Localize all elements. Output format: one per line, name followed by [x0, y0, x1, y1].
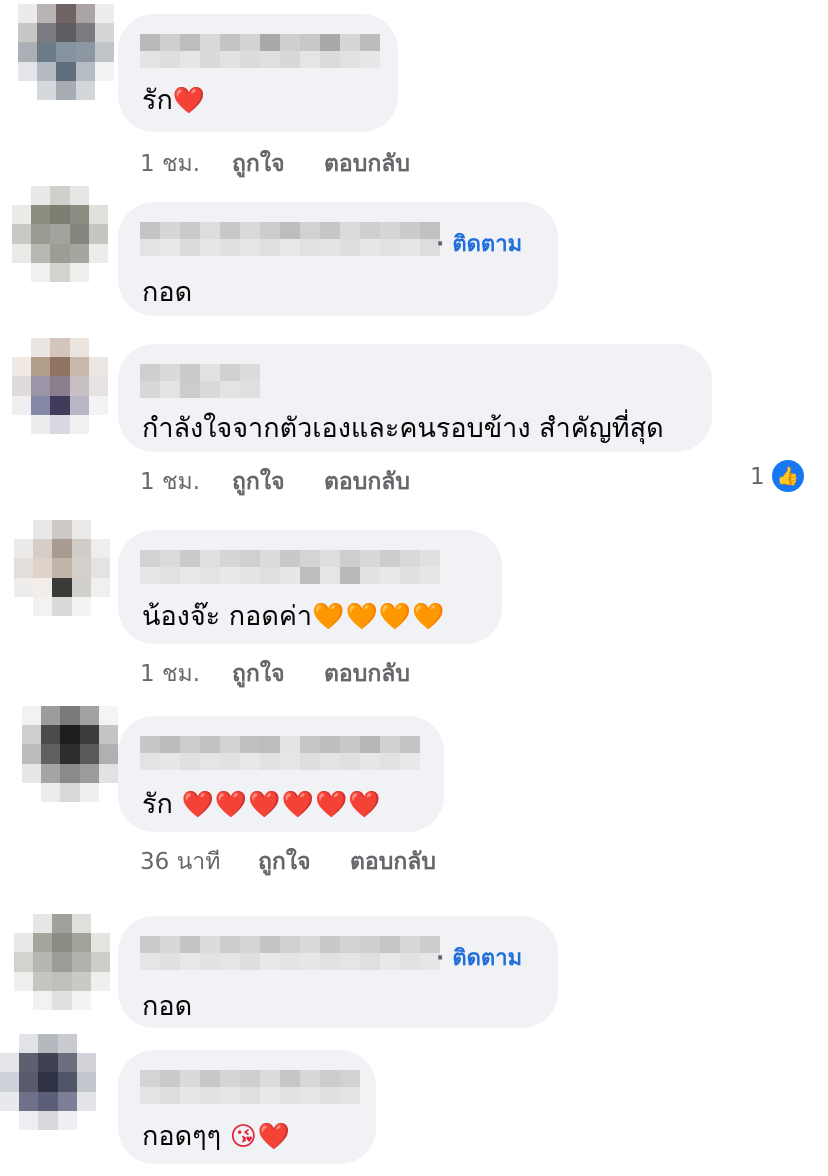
commenter-name-blurred[interactable] — [140, 222, 440, 256]
thumbs-up-icon[interactable]: 👍 — [770, 458, 806, 494]
avatar[interactable] — [22, 706, 118, 802]
follow-link[interactable]: · ติดตาม — [436, 940, 522, 975]
comment-text: รัก❤️ — [142, 85, 207, 116]
red-heart-emoji: ❤️❤️❤️❤️❤️❤️ — [181, 790, 382, 820]
reply-button[interactable]: ตอบกลับ — [324, 656, 410, 692]
avatar[interactable] — [12, 338, 108, 434]
kiss-heart-emoji: 😘❤️ — [229, 1122, 292, 1152]
red-heart-emoji: ❤️ — [172, 86, 207, 116]
comment-text: รัก ❤️❤️❤️❤️❤️❤️ — [142, 789, 382, 820]
comment-bubble: · ติดตาม กอด — [118, 916, 558, 1028]
comment-bubble: กำลังใจจากตัวเองและคนรอบข้าง สำคัญที่สุด — [118, 344, 712, 452]
commenter-name-blurred[interactable] — [140, 736, 420, 770]
like-button[interactable]: ถูกใจ — [232, 464, 285, 500]
separator-dot: · — [436, 946, 445, 971]
comment-text: กอดๆๆ 😘❤️ — [142, 1121, 292, 1152]
comment-timestamp[interactable]: 36 นาที — [140, 844, 220, 880]
like-button[interactable]: ถูกใจ — [232, 656, 285, 692]
reply-button[interactable]: ตอบกลับ — [350, 844, 436, 880]
commenter-name-blurred[interactable] — [140, 364, 260, 398]
comment-bubble: รัก ❤️❤️❤️❤️❤️❤️ — [118, 716, 444, 832]
avatar[interactable] — [14, 520, 110, 616]
comment-timestamp[interactable]: 1 ชม. — [140, 146, 200, 182]
comment-bubble: น้องจ๊ะ กอดค่า🧡🧡🧡🧡 — [118, 530, 502, 644]
avatar[interactable] — [12, 186, 108, 282]
commenter-name-blurred[interactable] — [140, 550, 440, 584]
comment-text: กอด — [142, 277, 193, 308]
comment-timestamp[interactable]: 1 ชม. — [140, 656, 200, 692]
commenter-name-blurred[interactable] — [140, 1070, 360, 1104]
orange-heart-emoji: 🧡🧡🧡🧡 — [312, 602, 446, 632]
reply-button[interactable]: ตอบกลับ — [324, 146, 410, 182]
avatar[interactable] — [18, 4, 114, 100]
comment-text: น้องจ๊ะ กอดค่า🧡🧡🧡🧡 — [142, 601, 446, 632]
comment-timestamp[interactable]: 1 ชม. — [140, 464, 200, 500]
reaction-count[interactable]: 1 — [750, 464, 765, 490]
reply-button[interactable]: ตอบกลับ — [324, 464, 410, 500]
follow-link[interactable]: · ติดตาม — [436, 226, 522, 261]
separator-dot: · — [436, 232, 445, 257]
comment-bubble: · ติดตาม กอด — [118, 202, 558, 316]
comment-bubble: กอดๆๆ 😘❤️ — [118, 1050, 376, 1164]
like-button[interactable]: ถูกใจ — [258, 844, 311, 880]
comment-text: กำลังใจจากตัวเองและคนรอบข้าง สำคัญที่สุด — [142, 413, 664, 444]
like-button[interactable]: ถูกใจ — [232, 146, 285, 182]
comment-bubble: รัก❤️ — [118, 14, 398, 132]
commenter-name-blurred[interactable] — [140, 34, 380, 68]
comment-text: กอด — [142, 991, 193, 1022]
avatar[interactable] — [0, 1034, 96, 1130]
avatar[interactable] — [14, 914, 110, 1010]
commenter-name-blurred[interactable] — [140, 936, 440, 970]
